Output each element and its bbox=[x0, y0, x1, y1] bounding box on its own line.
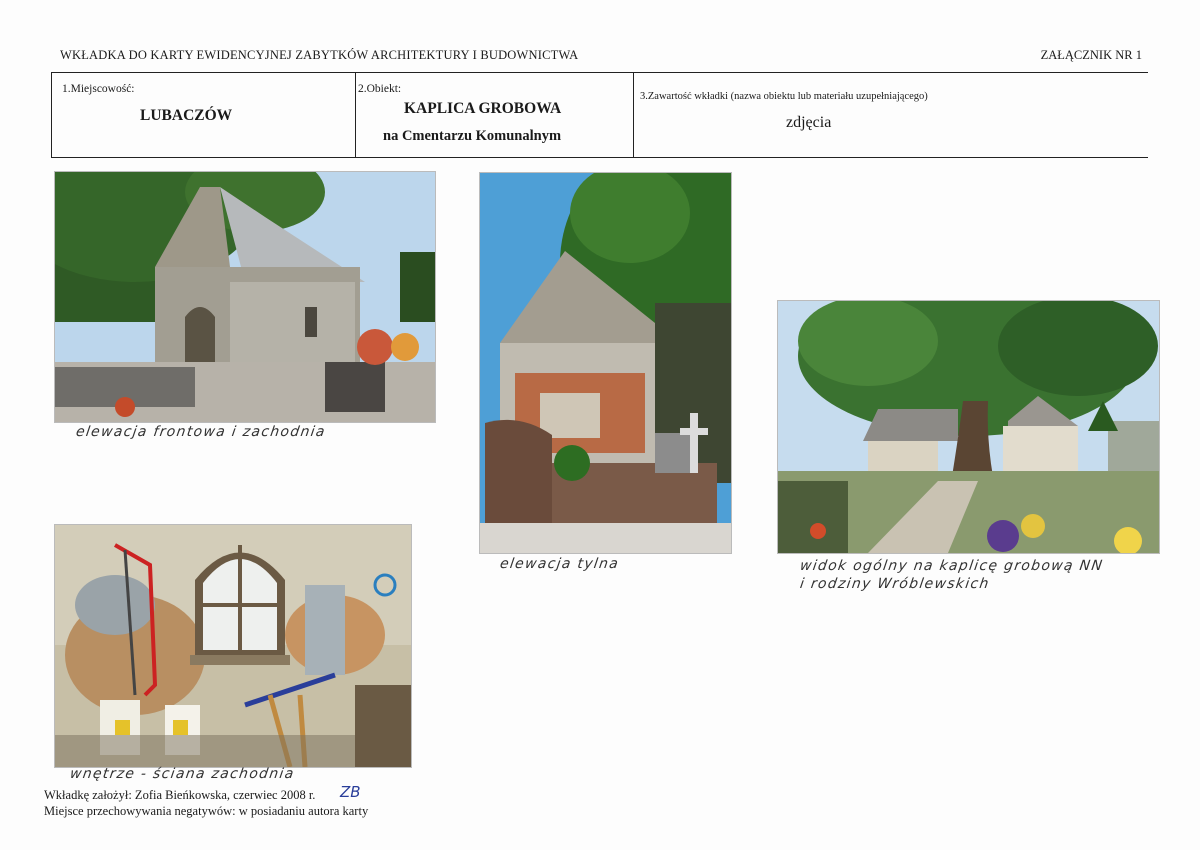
caption-photo-3-line1: widok ogólny na kaplicę grobową NN bbox=[798, 558, 1105, 574]
contents-label: 3.Zawartość wkładki (nazwa obiektu lub m… bbox=[640, 91, 928, 102]
author-initials-signature: ZB bbox=[340, 783, 361, 801]
footer-negatives-location: Miejsce przechowywania negatywów: w posi… bbox=[44, 804, 369, 818]
photo-general-view bbox=[777, 300, 1160, 554]
attachment-number: ZAŁĄCZNIK NR 1 bbox=[1040, 48, 1142, 62]
form-header-table: 1.Miejscowość: LUBACZÓW 2.Obiekt: KAPLIC… bbox=[51, 72, 1148, 158]
object-cell: 2.Obiekt: KAPLICA GROBOWA na Cmentarzu K… bbox=[356, 73, 634, 157]
caption-photo-1: elewacja frontowa i zachodnia bbox=[74, 424, 327, 440]
photo-interior-west-wall bbox=[54, 524, 412, 768]
locality-cell: 1.Miejscowość: LUBACZÓW bbox=[51, 73, 356, 157]
photo-front-west-elevation bbox=[54, 171, 436, 423]
locality-label: 1.Miejscowość: bbox=[62, 83, 135, 95]
locality-value: LUBACZÓW bbox=[140, 107, 233, 124]
caption-photo-2: elewacja tylna bbox=[498, 556, 621, 572]
document-header-title: WKŁADKA DO KARTY EWIDENCYJNEJ ZABYTKÓW A… bbox=[60, 48, 579, 62]
caption-photo-3-line2: i rodziny Wróblewskich bbox=[798, 576, 991, 592]
photo-rear-elevation bbox=[479, 172, 732, 554]
object-value-line2: na Cmentarzu Komunalnym bbox=[383, 128, 562, 144]
caption-photo-4: wnętrze - ściana zachodnia bbox=[68, 766, 296, 782]
document-page: WKŁADKA DO KARTY EWIDENCYJNEJ ZABYTKÓW A… bbox=[0, 0, 1200, 850]
object-value-line1: KAPLICA GROBOWA bbox=[404, 100, 562, 117]
contents-cell: 3.Zawartość wkładki (nazwa obiektu lub m… bbox=[634, 73, 1148, 157]
object-label: 2.Obiekt: bbox=[358, 83, 402, 95]
footer-author-line: Wkładkę założył: Zofia Bieńkowska, czerw… bbox=[44, 788, 316, 802]
contents-value: zdjęcia bbox=[786, 114, 832, 131]
